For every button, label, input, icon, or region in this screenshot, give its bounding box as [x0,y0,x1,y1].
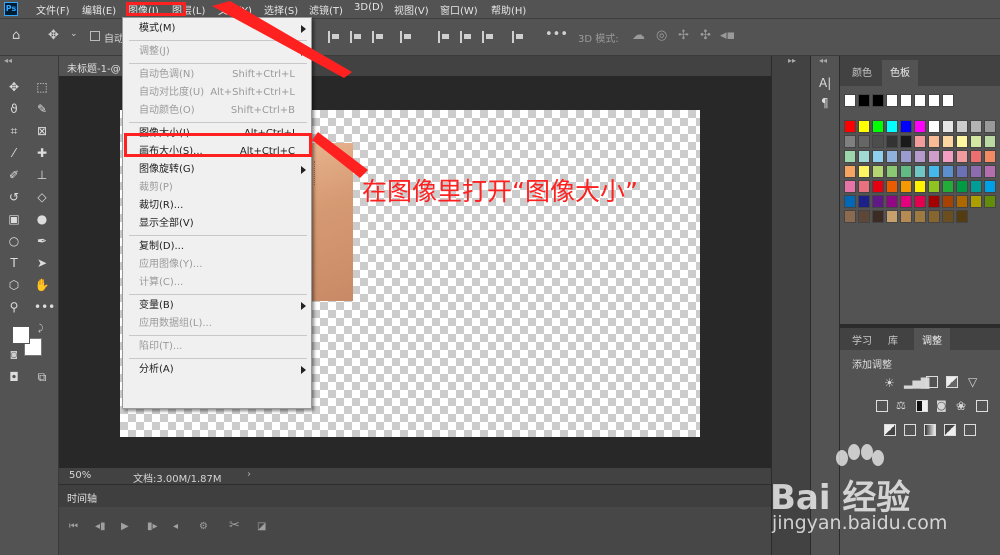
watermark-url: jingyan.baidu.com [772,512,948,534]
arrow-to-menu [212,1,352,78]
annotation-text: 在图像里打开“图像大小” [362,177,638,206]
arrow-to-image-size [312,132,368,178]
baidu-watermark: Bai 经验 jingyan.baidu.com [770,440,1000,555]
